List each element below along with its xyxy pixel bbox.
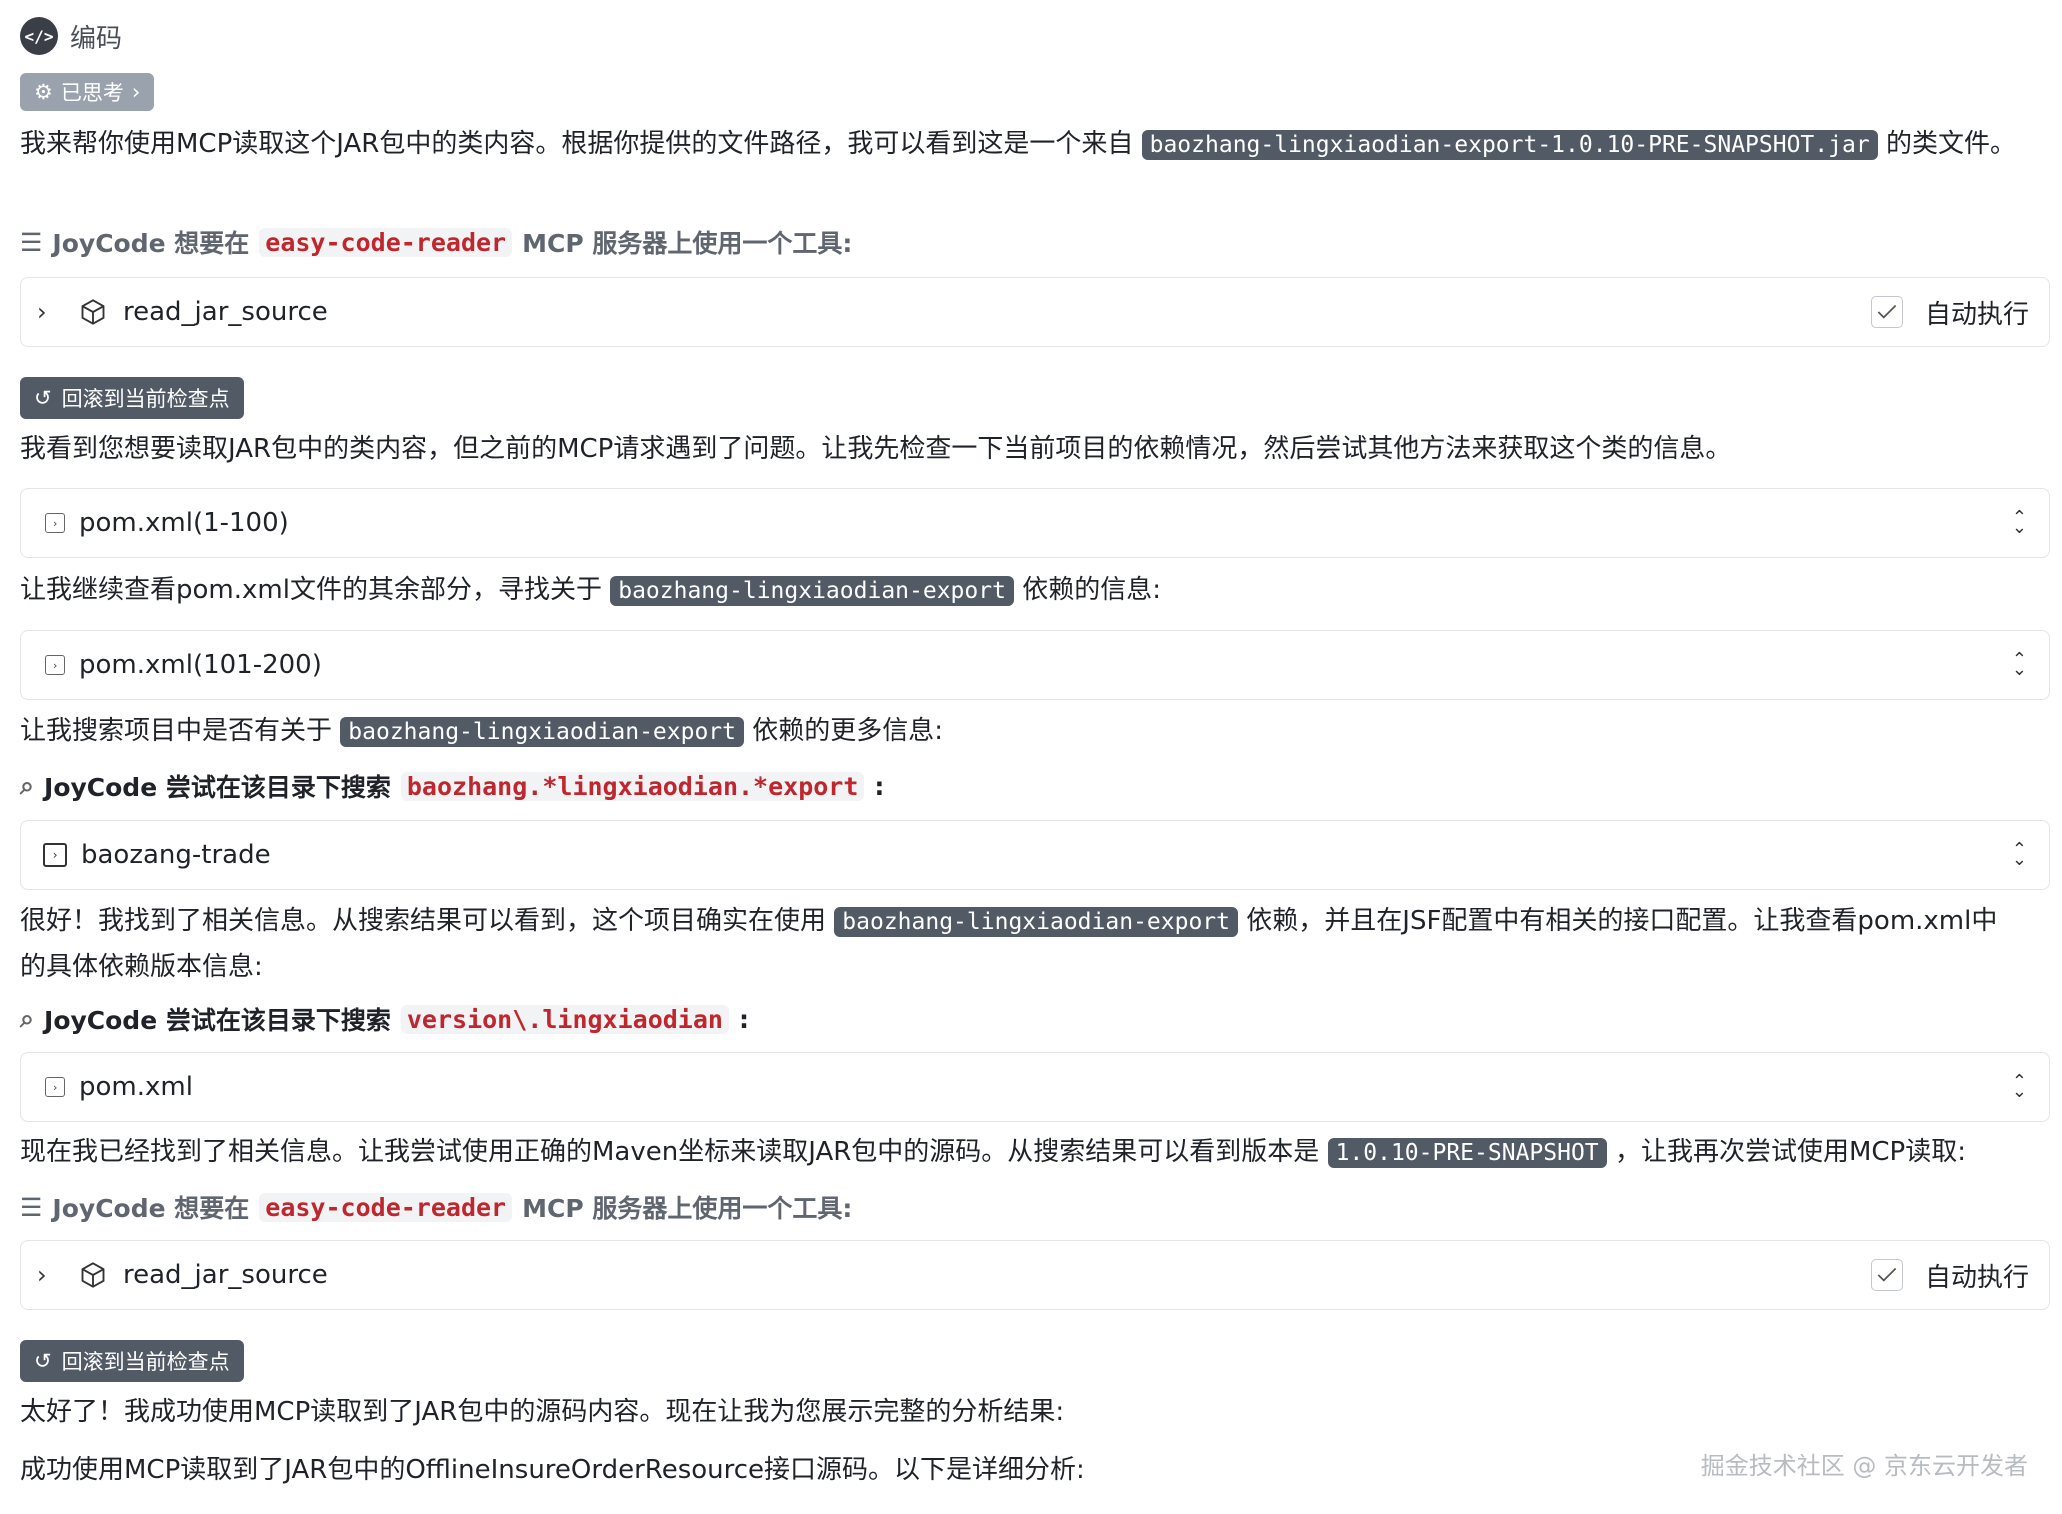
cube-icon xyxy=(79,1260,109,1290)
undo-icon: ↺ xyxy=(34,386,52,410)
tool-request-suffix: MCP 服务器上使用一个工具: xyxy=(522,1194,853,1223)
message-paragraph: 成功使用MCP读取到了JAR包中的OfflineInsureOrderResou… xyxy=(20,1448,1722,1493)
expand-collapse-icon[interactable]: ⌃ ⌄ xyxy=(2012,651,2027,679)
tool-name: read_jar_source xyxy=(123,1260,328,1290)
search-request-suffix: : xyxy=(874,771,885,801)
search-icon: ⌕ xyxy=(20,1004,35,1033)
tool-card[interactable]: › read_jar_source 自动执行 xyxy=(20,277,2050,347)
inline-code: baozhang-lingxiaodian-export xyxy=(834,907,1239,937)
paragraph-text: ，让我再次尝试使用MCP读取: xyxy=(1614,1137,1966,1167)
file-name: pom.xml(1-100) xyxy=(79,508,289,538)
file-icon: › xyxy=(45,513,65,533)
message-paragraph: 让我搜索项目中是否有关于 baozhang-lingxiaodian-expor… xyxy=(20,709,2022,755)
paragraph-text: 我看到您想要读取JAR包中的类内容，但之前的MCP请求遇到了问题。让我先检查一下… xyxy=(20,434,1732,464)
thought-label: 已思考 xyxy=(60,81,124,105)
expand-collapse-icon[interactable]: ⌃ ⌄ xyxy=(2012,509,2027,537)
search-request-line: ⌕ JoyCode 尝试在该目录下搜索 baozhang.*lingxiaodi… xyxy=(20,766,884,806)
expand-collapse-icon[interactable]: ⌃ ⌄ xyxy=(2012,1073,2027,1101)
directory-name: baozang-trade xyxy=(81,840,271,870)
undo-icon: ↺ xyxy=(34,1349,52,1373)
auto-execute-label: 自动执行 xyxy=(1924,299,2029,330)
file-card[interactable]: › pom.xml(1-100) ⌃ ⌄ xyxy=(20,488,2050,558)
paragraph-text: 现在我已经找到了相关信息。让我尝试使用正确的Maven坐标来读取JAR包中的源码… xyxy=(20,1137,1320,1167)
tool-request-line: ☰ JoyCode 想要在 easy-code-reader MCP 服务器上使… xyxy=(20,1187,852,1227)
watermark: 掘金技术社区 @ 京东云开发者 xyxy=(1700,1452,2028,1480)
message-paragraph: 我来帮你使用MCP读取这个JAR包中的类内容。根据你提供的文件路径，我可以看到这… xyxy=(20,122,2022,168)
inline-code: 1.0.10-PRE-SNAPSHOT xyxy=(1327,1138,1607,1168)
auto-execute-checkbox[interactable] xyxy=(1870,296,1903,328)
file-icon: › xyxy=(45,655,65,675)
rollback-label: 回滚到当前检查点 xyxy=(61,1350,230,1374)
file-name: pom.xml(101-200) xyxy=(79,650,322,680)
paragraph-text: 的类文件。 xyxy=(1885,129,2016,159)
section-header: </> 编码 xyxy=(20,16,122,56)
section-title: 编码 xyxy=(70,23,123,54)
mcp-server-name: easy-code-reader xyxy=(259,1192,513,1222)
file-icon: › xyxy=(45,1077,65,1097)
search-icon: ⌕ xyxy=(20,771,35,800)
paragraph-text: 依赖的更多信息: xyxy=(752,716,944,746)
tool-request-line: ☰ JoyCode 想要在 easy-code-reader MCP 服务器上使… xyxy=(20,222,852,262)
tool-request-prefix: JoyCode 想要在 xyxy=(52,229,250,258)
rollback-label: 回滚到当前检查点 xyxy=(61,387,230,411)
chevron-right-icon: › xyxy=(131,80,141,104)
file-card[interactable]: › pom.xml(101-200) ⌃ ⌄ xyxy=(20,630,2050,700)
paragraph-text: 成功使用MCP读取到了JAR包中的OfflineInsureOrderResou… xyxy=(20,1455,1085,1485)
auto-execute-label: 自动执行 xyxy=(1924,1262,2029,1293)
file-name: pom.xml xyxy=(79,1072,193,1102)
chevron-right-icon[interactable]: › xyxy=(37,298,59,326)
tool-request-prefix: JoyCode 想要在 xyxy=(52,1194,250,1223)
search-request-prefix: JoyCode 尝试在该目录下搜索 xyxy=(44,1006,391,1035)
cube-icon xyxy=(79,297,109,327)
search-pattern: version\.lingxiaodian xyxy=(400,1004,729,1034)
paragraph-text: 太好了！我成功使用MCP读取到了JAR包中的源码内容。现在让我为您展示完整的分析… xyxy=(20,1397,1065,1427)
inline-code: baozhang-lingxiaodian-export xyxy=(340,717,745,747)
rollback-checkpoint-button[interactable]: ↺ 回滚到当前检查点 xyxy=(20,1340,244,1382)
search-request-suffix: : xyxy=(738,1004,749,1034)
tool-request-suffix: MCP 服务器上使用一个工具: xyxy=(522,229,853,258)
message-paragraph: 现在我已经找到了相关信息。让我尝试使用正确的Maven坐标来读取JAR包中的源码… xyxy=(20,1130,2022,1176)
mcp-server-name: easy-code-reader xyxy=(259,227,513,257)
paragraph-text: 让我继续查看pom.xml文件的其余部分，寻找关于 xyxy=(20,575,602,605)
paragraph-text: 让我搜索项目中是否有关于 xyxy=(20,716,333,746)
search-request-prefix: JoyCode 尝试在该目录下搜索 xyxy=(44,773,391,802)
paragraph-text: 依赖的信息: xyxy=(1022,575,1161,605)
code-icon: </> xyxy=(20,17,58,55)
message-paragraph: 让我继续查看pom.xml文件的其余部分，寻找关于 baozhang-lingx… xyxy=(20,568,2022,614)
message-paragraph: 很好！我找到了相关信息。从搜索结果可以看到，这个项目确实在使用 baozhang… xyxy=(20,899,2022,990)
paragraph-text: 我来帮你使用MCP读取这个JAR包中的类内容。根据你提供的文件路径，我可以看到这… xyxy=(20,129,1134,159)
brain-icon: ⚙ xyxy=(34,80,53,104)
expand-collapse-icon[interactable]: ⌃ ⌄ xyxy=(2012,841,2027,869)
directory-card[interactable]: › baozang-trade ⌃ ⌄ xyxy=(20,820,2050,890)
auto-execute-checkbox[interactable] xyxy=(1870,1259,1903,1291)
inline-code: baozhang-lingxiaodian-export xyxy=(610,576,1014,606)
search-pattern: baozhang.*lingxiaodian.*export xyxy=(400,771,865,801)
search-request-line: ⌕ JoyCode 尝试在该目录下搜索 version\.lingxiaodia… xyxy=(20,999,749,1039)
tool-card[interactable]: › read_jar_source 自动执行 xyxy=(20,1240,2050,1310)
server-icon: ☰ xyxy=(20,227,43,257)
message-paragraph: 太好了！我成功使用MCP读取到了JAR包中的源码内容。现在让我为您展示完整的分析… xyxy=(20,1390,2022,1435)
paragraph-text: 很好！我找到了相关信息。从搜索结果可以看到，这个项目确实在使用 xyxy=(20,906,827,936)
thought-toggle[interactable]: ⚙ 已思考 › xyxy=(20,73,155,111)
rollback-checkpoint-button[interactable]: ↺ 回滚到当前检查点 xyxy=(20,377,244,419)
chevron-right-icon[interactable]: › xyxy=(37,1261,59,1289)
file-card[interactable]: › pom.xml ⌃ ⌄ xyxy=(20,1052,2050,1122)
server-icon: ☰ xyxy=(20,1192,43,1222)
tool-name: read_jar_source xyxy=(123,297,328,327)
inline-code: baozhang-lingxiaodian-export-1.0.10-PRE-… xyxy=(1141,130,1878,160)
message-paragraph: 我看到您想要读取JAR包中的类内容，但之前的MCP请求遇到了问题。让我先检查一下… xyxy=(20,427,2022,472)
terminal-icon: › xyxy=(43,843,67,867)
